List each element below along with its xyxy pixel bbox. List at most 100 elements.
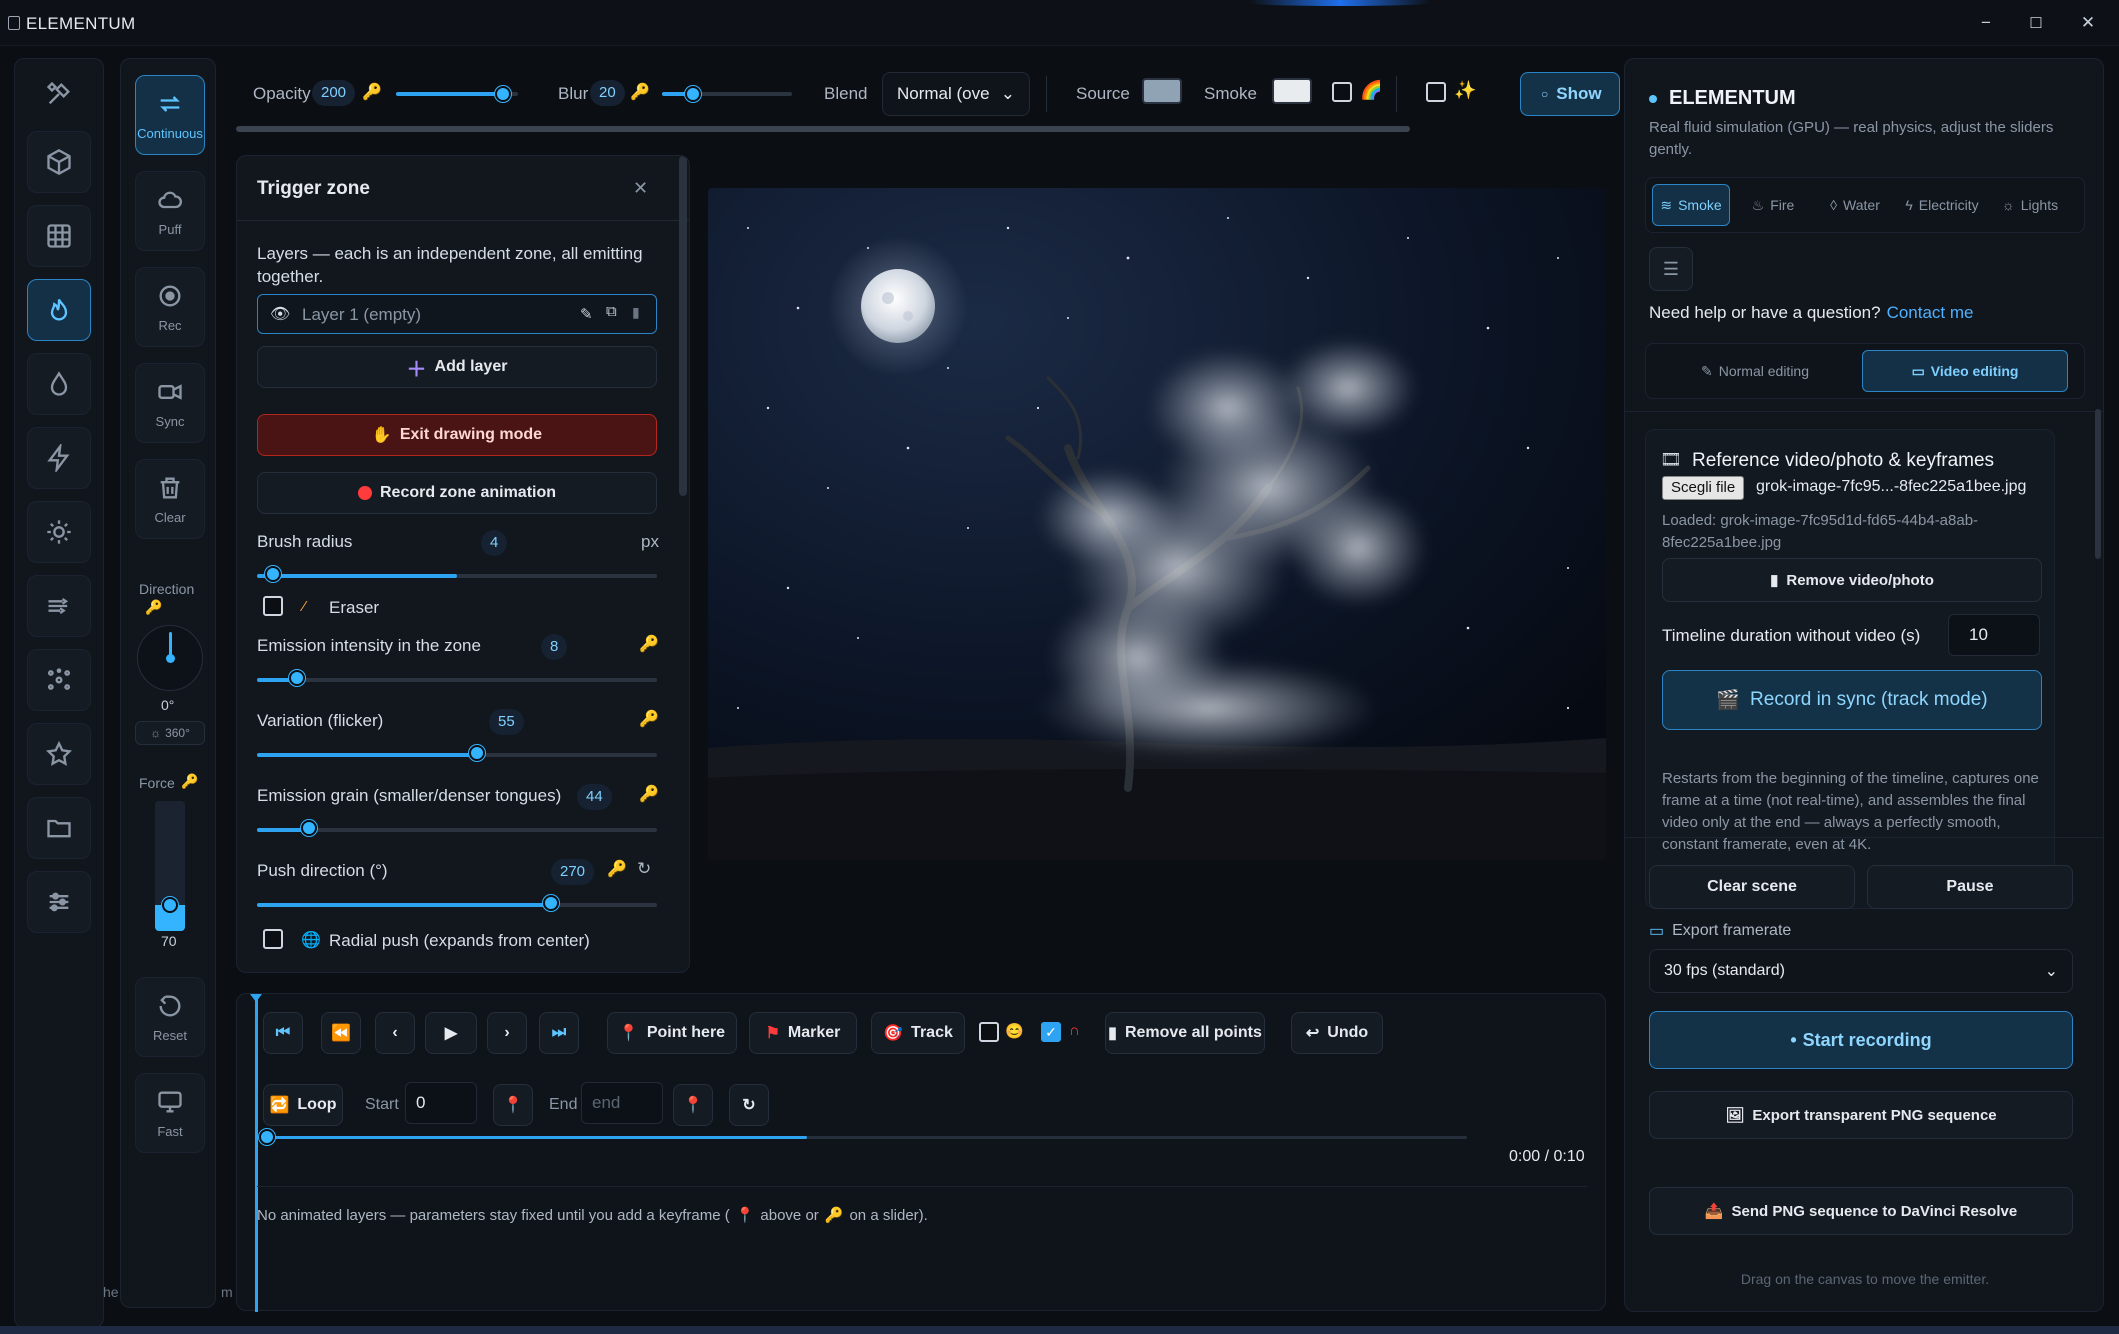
timeline-thumb[interactable]: [259, 1129, 275, 1145]
record-zone-button[interactable]: Record zone animation: [257, 472, 657, 514]
grain-thumb[interactable]: [301, 820, 317, 836]
push-thumb[interactable]: [543, 895, 559, 911]
sparkle-checkbox[interactable]: [1426, 82, 1446, 102]
pause-button[interactable]: Pause: [1867, 865, 2073, 909]
remove-video-button[interactable]: ▮ Remove video/photo: [1662, 558, 2042, 602]
puff-button[interactable]: Puff: [135, 171, 205, 251]
face-track-checkbox[interactable]: [979, 1022, 999, 1042]
end-input[interactable]: end: [581, 1082, 663, 1124]
step-back-button[interactable]: ⏪: [321, 1012, 361, 1054]
point-here-button[interactable]: 📍 Point here: [607, 1012, 737, 1054]
cube-rail-button[interactable]: [27, 131, 91, 193]
record-sync-button[interactable]: 🎬 Record in sync (track mode): [1662, 670, 2042, 730]
grid-rail-button[interactable]: [27, 205, 91, 267]
timeline-scrubber[interactable]: [267, 1136, 1467, 1139]
rainbow-checkbox[interactable]: [1332, 82, 1352, 102]
eye-icon[interactable]: 👁: [270, 304, 290, 324]
prev-frame-button[interactable]: ‹: [375, 1012, 415, 1054]
opacity-key-icon[interactable]: 🔑: [362, 82, 382, 102]
source-color-swatch[interactable]: [1142, 78, 1182, 104]
reset-button[interactable]: Reset: [135, 977, 205, 1057]
push-slider[interactable]: [257, 903, 657, 907]
simulation-canvas[interactable]: [708, 188, 1606, 860]
play-button[interactable]: ▶: [425, 1012, 477, 1054]
panel-scrollbar[interactable]: [679, 156, 687, 496]
settings-sliders-button[interactable]: ☰: [1649, 247, 1693, 291]
smoke-color-swatch[interactable]: [1272, 78, 1312, 104]
exit-drawing-button[interactable]: ✋ Exit drawing mode: [257, 414, 657, 456]
brush-radius-slider[interactable]: [257, 574, 657, 578]
variation-thumb[interactable]: [469, 745, 485, 761]
panel-scrollbar[interactable]: [2095, 409, 2101, 559]
magnet-checkbox[interactable]: ✓: [1041, 1022, 1061, 1042]
tools-rail-button[interactable]: [27, 63, 91, 125]
brush-radius-thumb[interactable]: [265, 566, 281, 582]
blend-select[interactable]: Normal (ove ⌄: [882, 72, 1030, 116]
blur-slider[interactable]: [662, 92, 792, 96]
variation-key-icon[interactable]: 🔑: [639, 709, 659, 729]
track-button[interactable]: 🎯 Track: [871, 1012, 965, 1054]
drop-rail-button[interactable]: [27, 353, 91, 415]
duplicate-icon[interactable]: ⧉: [606, 303, 617, 320]
fast-button[interactable]: Fast: [135, 1073, 205, 1153]
skip-start-button[interactable]: ⏮: [263, 1012, 303, 1054]
start-pin-button[interactable]: 📍: [493, 1084, 533, 1126]
trash-icon[interactable]: ▮: [632, 304, 640, 321]
particles-rail-button[interactable]: [27, 649, 91, 711]
reset-loop-button[interactable]: ↻: [729, 1084, 769, 1126]
minimize-button[interactable]: −: [1966, 10, 2006, 36]
video-editing-tab[interactable]: ▭ Video editing: [1862, 350, 2068, 392]
sync-button[interactable]: Sync: [135, 363, 205, 443]
undo-button[interactable]: ↩ Undo: [1291, 1012, 1383, 1054]
loop-button[interactable]: 🔁 Loop: [263, 1084, 343, 1126]
layer-row[interactable]: 👁 Layer 1 (empty) ✎ ⧉ ▮: [257, 294, 657, 334]
marker-button[interactable]: ⚑ Marker: [749, 1012, 857, 1054]
tab-smoke[interactable]: ≋ Smoke: [1652, 184, 1730, 226]
add-layer-button[interactable]: ＋ Add layer: [257, 346, 657, 388]
direction-key-icon[interactable]: 🔑: [145, 599, 162, 616]
end-pin-button[interactable]: 📍: [673, 1084, 713, 1126]
timeline-duration-input[interactable]: 10: [1948, 614, 2040, 656]
eraser-checkbox[interactable]: [263, 596, 283, 616]
opacity-thumb[interactable]: [495, 86, 512, 102]
sliders-rail-button[interactable]: [27, 871, 91, 933]
radial-push-checkbox[interactable]: [263, 929, 283, 949]
push-key-icon[interactable]: 🔑: [607, 859, 627, 879]
toolbar-scrollbar[interactable]: [236, 126, 1410, 132]
reset-push-icon[interactable]: ↻: [637, 859, 651, 879]
direction-dial[interactable]: [137, 625, 203, 691]
blur-thumb[interactable]: [685, 86, 702, 102]
framerate-select[interactable]: 30 fps (standard) ⌄: [1649, 949, 2073, 993]
emission-key-icon[interactable]: 🔑: [639, 634, 659, 654]
star-rail-button[interactable]: [27, 723, 91, 785]
close-icon[interactable]: ✕: [633, 178, 648, 199]
start-input[interactable]: 0: [405, 1082, 477, 1124]
force-key-icon[interactable]: 🔑: [181, 773, 198, 790]
variation-slider[interactable]: [257, 753, 657, 757]
emission-slider[interactable]: [257, 678, 657, 682]
wind-rail-button[interactable]: [27, 575, 91, 637]
maximize-button[interactable]: ☐: [2016, 10, 2056, 36]
remove-all-points-button[interactable]: ▮ Remove all points: [1105, 1012, 1265, 1054]
grain-slider[interactable]: [257, 828, 657, 832]
tab-lights[interactable]: ☼ Lights: [1990, 184, 2070, 226]
start-recording-button[interactable]: • Start recording: [1649, 1011, 2073, 1069]
force-thumb[interactable]: [162, 897, 178, 913]
contact-link[interactable]: Contact me: [1887, 303, 1974, 323]
folder-rail-button[interactable]: [27, 797, 91, 859]
emission-thumb[interactable]: [289, 670, 305, 686]
tab-water[interactable]: ◊ Water: [1816, 184, 1894, 226]
show-button[interactable]: ○ Show: [1520, 72, 1620, 116]
clear-scene-button[interactable]: Clear scene: [1649, 865, 1855, 909]
sun-rail-button[interactable]: [27, 501, 91, 563]
pencil-icon[interactable]: ✎: [580, 305, 593, 323]
tab-electricity[interactable]: ϟ Electricity: [1898, 184, 1986, 226]
next-frame-button[interactable]: ›: [487, 1012, 527, 1054]
direction-360-button[interactable]: ☼ 360°: [135, 721, 205, 745]
flame-rail-button[interactable]: [27, 279, 91, 341]
continuous-button[interactable]: Continuous: [135, 75, 205, 155]
blur-key-icon[interactable]: 🔑: [630, 82, 650, 102]
grain-key-icon[interactable]: 🔑: [639, 784, 659, 804]
choose-file-button[interactable]: Scegli file: [1662, 476, 1745, 500]
close-window-button[interactable]: ✕: [2068, 10, 2108, 36]
